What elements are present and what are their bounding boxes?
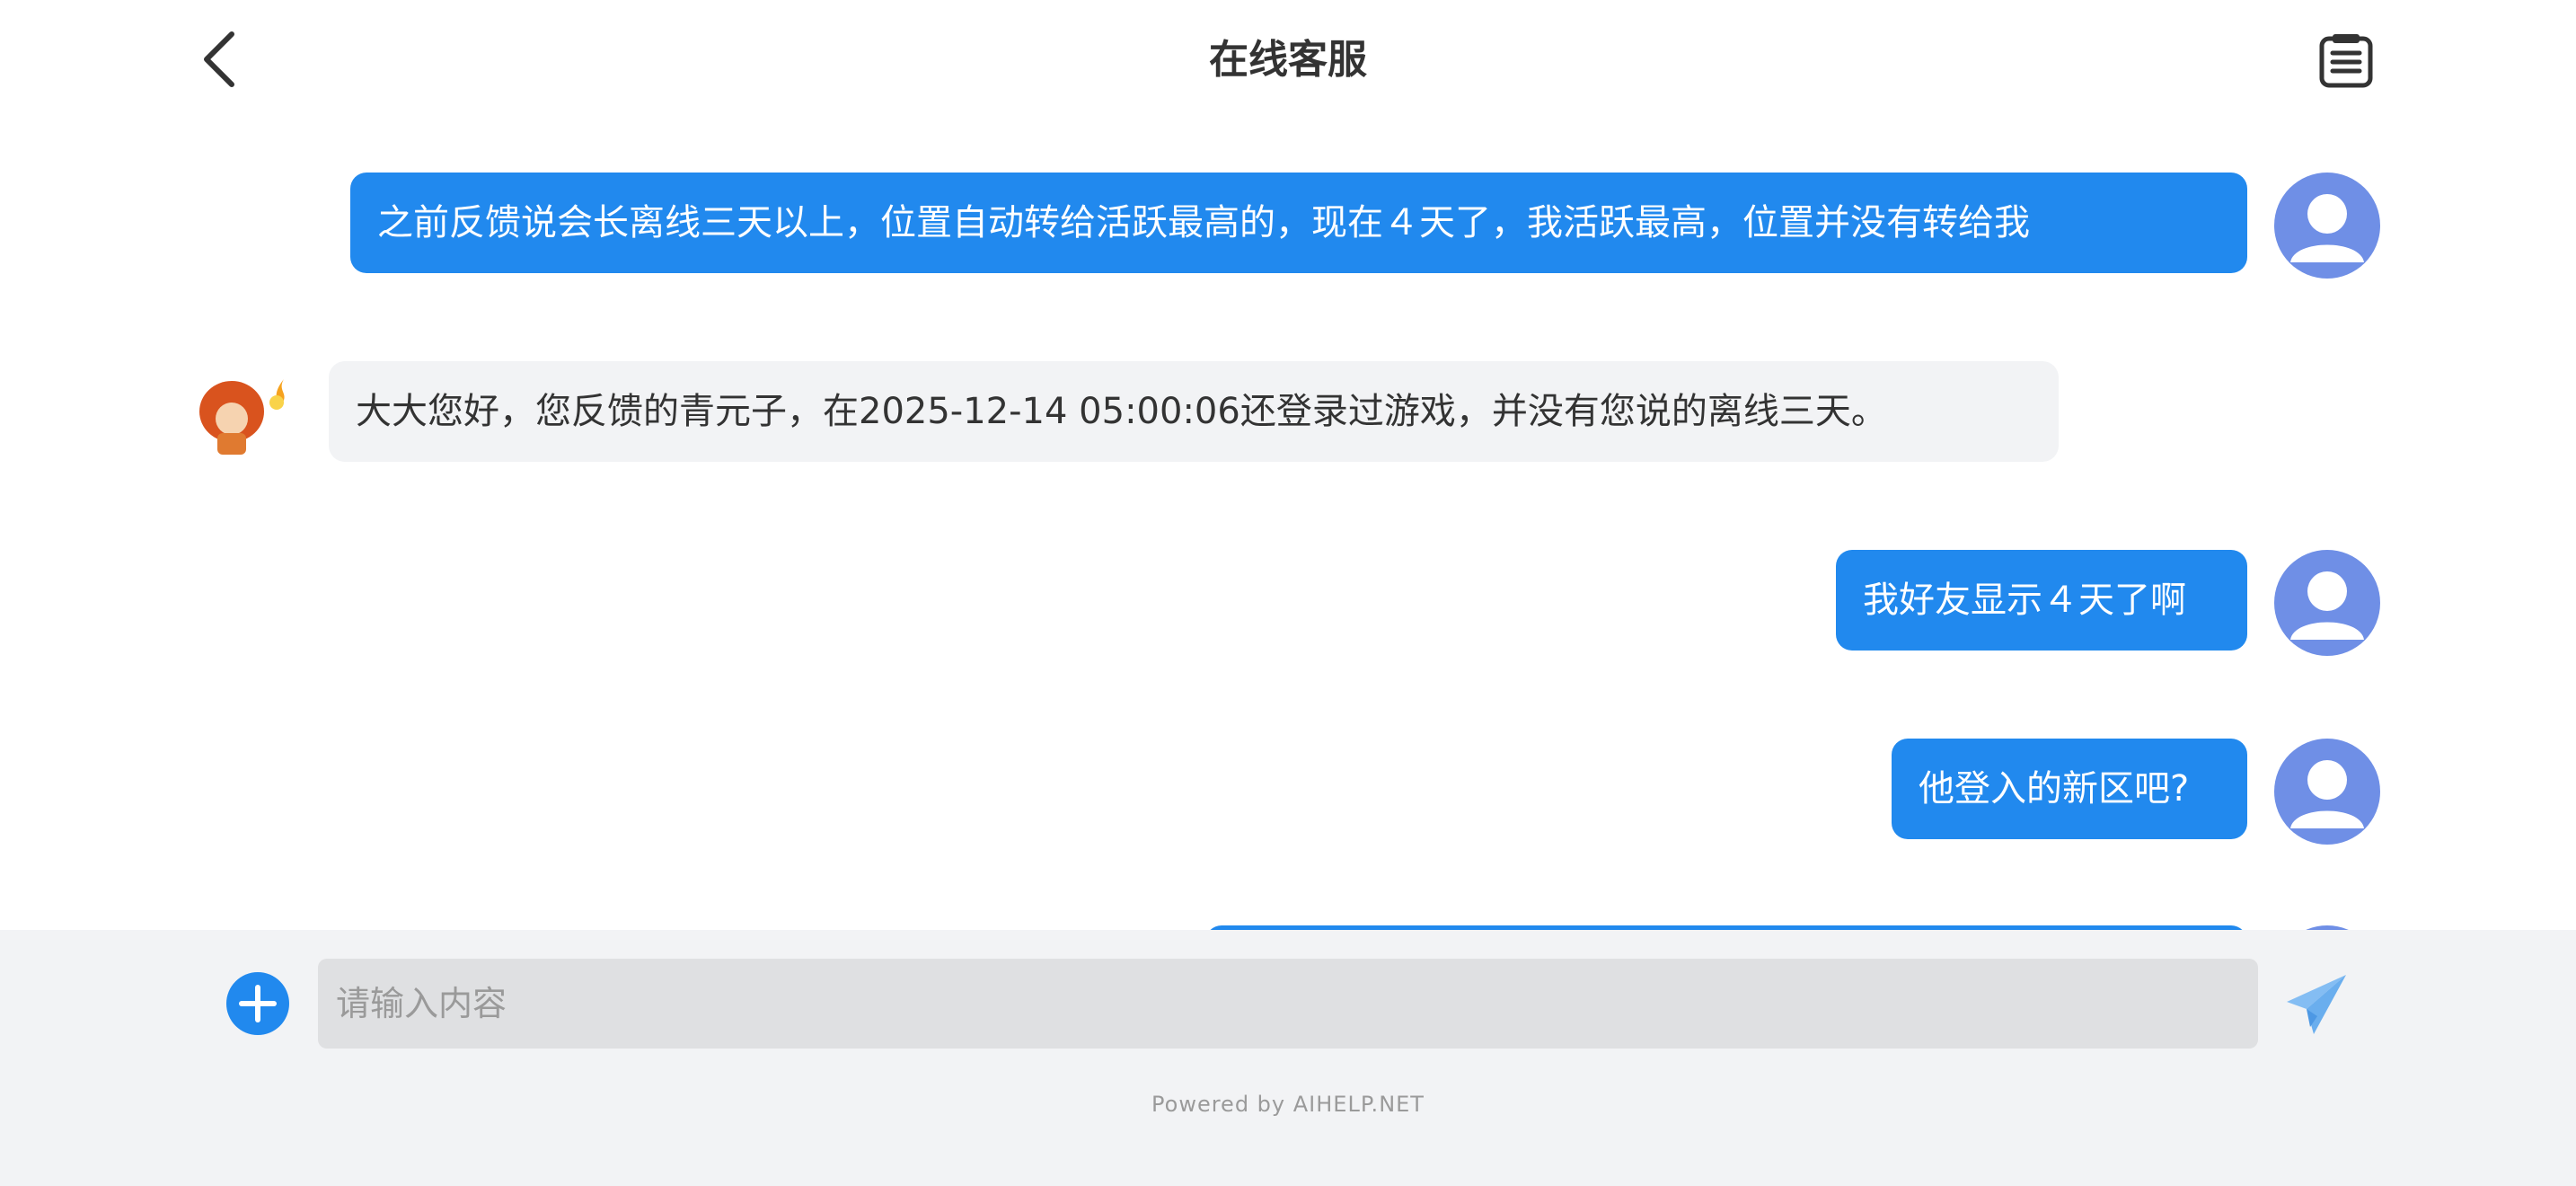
clipboard-list-icon (2319, 34, 2373, 88)
history-button[interactable] (2310, 27, 2382, 95)
paper-plane-icon[interactable] (2283, 971, 2350, 1038)
back-button[interactable] (189, 27, 250, 92)
user-message-bubble[interactable]: 之前反馈说会长离线三天以上，位置自动转给活跃最高的，现在４天了，我活跃最高，位置… (350, 173, 2247, 273)
plus-circle-icon[interactable] (226, 972, 289, 1035)
message-text: 他登入的新区吧? (1919, 768, 2190, 810)
user-message-bubble[interactable]: 我好友显示４天了啊 (1836, 550, 2247, 651)
page-title: 在线客服 (1209, 37, 1367, 83)
message-text: 大大您好，您反馈的青元子，在2025-12-14 05:00:06还登录过游戏，… (356, 391, 1887, 432)
user-avatar-icon (2274, 550, 2380, 656)
powered-by-text: Powered by AIHELP.NET (1151, 1092, 1425, 1117)
message-text: 我好友显示４天了啊 (1863, 580, 2186, 621)
agent-message-bubble[interactable]: 大大您好，您反馈的青元子，在2025-12-14 05:00:06还登录过游戏，… (329, 361, 2059, 462)
input-bar: Powered by AIHELP.NET (0, 930, 2576, 1186)
message-text: 之前反馈说会长离线三天以上，位置自动转给活跃最高的，现在４天了，我活跃最高，位置… (377, 202, 2030, 243)
chat-screen: 在线客服 之前反馈说会长离线三天以上，位置自动转给活跃最高的，现在４天了，我活跃… (0, 0, 2576, 1186)
user-avatar-icon (2274, 739, 2380, 845)
user-avatar-icon (2274, 173, 2380, 279)
agent-avatar-icon (199, 379, 285, 455)
chat-message-list[interactable]: 之前反馈说会长离线三天以上，位置自动转给活跃最高的，现在４天了，我活跃最高，位置… (0, 120, 2576, 930)
header-bar: 在线客服 (0, 0, 2576, 120)
message-input[interactable] (318, 959, 2258, 1049)
chevron-left-icon (204, 31, 234, 87)
user-message-bubble[interactable]: 他登入的新区吧? (1892, 739, 2247, 839)
